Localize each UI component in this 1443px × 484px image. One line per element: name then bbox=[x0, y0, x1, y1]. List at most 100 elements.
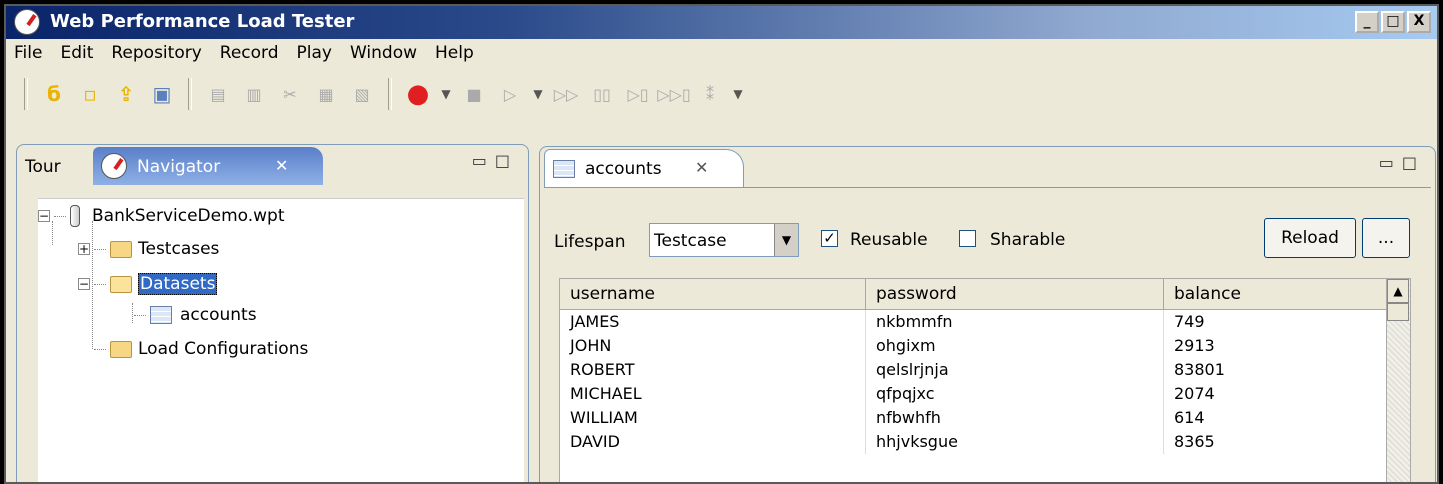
paste-icon[interactable]: ▧ bbox=[347, 79, 377, 109]
copy-doc-icon[interactable]: ▦ bbox=[311, 79, 341, 109]
chevron-down-icon[interactable]: ▼ bbox=[774, 224, 798, 256]
new-icon[interactable]: б bbox=[39, 79, 69, 109]
tab-tour[interactable]: Tour bbox=[25, 157, 61, 177]
dataset-editor: Lifespan Testcase ▼ ✓ Reusable Sharable … bbox=[544, 187, 1431, 482]
play-dropdown-icon[interactable]: ▼ bbox=[530, 79, 546, 109]
tree-node-load-configurations[interactable]: Load Configurations bbox=[94, 339, 308, 359]
record-dropdown-icon[interactable]: ▼ bbox=[438, 79, 454, 109]
column-header-username[interactable]: username bbox=[560, 279, 866, 309]
toolbar-separator bbox=[24, 78, 28, 110]
cell-password[interactable]: qelslrjnja bbox=[866, 358, 1164, 382]
cell-balance[interactable]: 749 bbox=[1164, 310, 1388, 334]
minimize-panel-icon[interactable]: ▭ bbox=[1379, 153, 1402, 172]
menu-window[interactable]: Window bbox=[350, 43, 417, 63]
table-row[interactable]: JOHN ohgixm 2913 bbox=[560, 334, 1388, 358]
maximize-panel-icon[interactable]: □ bbox=[1402, 153, 1425, 172]
cell-balance[interactable]: 83801 bbox=[1164, 358, 1388, 382]
cut-icon[interactable]: ✂ bbox=[275, 79, 305, 109]
dataset-icon bbox=[553, 160, 575, 178]
table-row[interactable]: DAVID hhjvksgue 8365 bbox=[560, 430, 1388, 454]
close-button[interactable]: X bbox=[1407, 11, 1431, 33]
lifespan-label: Lifespan bbox=[554, 232, 626, 252]
menu-edit[interactable]: Edit bbox=[60, 43, 93, 63]
table-row[interactable]: WILLIAM nfbwhfh 614 bbox=[560, 406, 1388, 430]
cell-password[interactable]: nfbwhfh bbox=[866, 406, 1164, 430]
cell-password[interactable]: hhjvksgue bbox=[866, 430, 1164, 454]
import-icon[interactable]: ⇪ bbox=[111, 79, 141, 109]
dataset-icon bbox=[150, 306, 172, 324]
tree-node-accounts[interactable]: accounts bbox=[134, 305, 257, 325]
play-icon[interactable]: ▷ bbox=[495, 79, 525, 109]
tab-navigator[interactable]: Navigator ✕ bbox=[93, 147, 323, 185]
tree-node-root[interactable]: − BankServiceDemo.wpt bbox=[38, 205, 285, 227]
table-row[interactable]: ROBERT qelslrjnja 83801 bbox=[560, 358, 1388, 382]
save-icon[interactable]: ▣ bbox=[147, 79, 177, 109]
expand-icon[interactable]: + bbox=[78, 243, 90, 255]
folder-icon bbox=[110, 240, 132, 258]
cell-username[interactable]: MICHAEL bbox=[560, 382, 866, 406]
record-icon[interactable]: ● bbox=[403, 79, 433, 109]
column-header-balance[interactable]: balance bbox=[1164, 279, 1388, 309]
compare-icon[interactable]: ▥ bbox=[239, 79, 269, 109]
stop-icon[interactable]: ■ bbox=[459, 79, 489, 109]
navigator-logo-icon bbox=[101, 153, 127, 179]
cell-balance[interactable]: 2913 bbox=[1164, 334, 1388, 358]
pause-icon[interactable]: ▯▯ bbox=[587, 79, 617, 109]
menu-play[interactable]: Play bbox=[297, 43, 332, 63]
tree-line bbox=[134, 314, 146, 316]
replay-dropdown-icon[interactable]: ▼ bbox=[730, 79, 746, 109]
cell-balance[interactable]: 8365 bbox=[1164, 430, 1388, 454]
minimize-button[interactable]: _ bbox=[1355, 11, 1379, 33]
maximize-button[interactable]: □ bbox=[1381, 11, 1405, 33]
tab-accounts[interactable]: accounts ✕ bbox=[544, 149, 744, 187]
cell-password[interactable]: ohgixm bbox=[866, 334, 1164, 358]
cell-username[interactable]: JOHN bbox=[560, 334, 866, 358]
main-toolbar: б ▫ ⇪ ▣ ▤ ▥ ✂ ▦ ▧ ● ▼ ■ ▷ ▼ ▷▷ ▯▯ ▷▯ ▷▷▯… bbox=[6, 72, 1437, 116]
tree-line bbox=[94, 283, 106, 285]
sharable-checkbox[interactable] bbox=[959, 230, 976, 247]
vertical-scrollbar[interactable]: ▲ bbox=[1386, 279, 1410, 482]
cell-balance[interactable]: 614 bbox=[1164, 406, 1388, 430]
cell-password[interactable]: qfpqjxc bbox=[866, 382, 1164, 406]
tab-navigator-label: Navigator bbox=[137, 157, 221, 177]
column-header-password[interactable]: password bbox=[866, 279, 1164, 309]
tree-node-datasets[interactable]: − Datasets bbox=[78, 273, 218, 295]
cell-username[interactable]: ROBERT bbox=[560, 358, 866, 382]
menu-file[interactable]: File bbox=[14, 43, 42, 63]
collapse-icon[interactable]: − bbox=[78, 278, 90, 290]
fast-forward-icon[interactable]: ▷▷ bbox=[551, 79, 581, 109]
step-icon[interactable]: ▷▯ bbox=[623, 79, 653, 109]
cell-username[interactable]: WILLIAM bbox=[560, 406, 866, 430]
table-row[interactable]: JAMES nkbmmfn 749 bbox=[560, 310, 1388, 334]
menu-repository[interactable]: Repository bbox=[111, 43, 201, 63]
menu-record[interactable]: Record bbox=[220, 43, 279, 63]
cell-username[interactable]: DAVID bbox=[560, 430, 866, 454]
reusable-checkbox[interactable]: ✓ bbox=[821, 230, 838, 247]
close-tab-icon[interactable]: ✕ bbox=[275, 156, 288, 175]
open-icon[interactable]: ▫ bbox=[75, 79, 105, 109]
cell-username[interactable]: JAMES bbox=[560, 310, 866, 334]
menu-help[interactable]: Help bbox=[435, 43, 474, 63]
close-tab-icon[interactable]: ✕ bbox=[695, 158, 708, 177]
reload-button[interactable]: Reload bbox=[1264, 218, 1356, 258]
more-button[interactable]: ... bbox=[1362, 218, 1410, 258]
panel-controls: ▭□ bbox=[472, 151, 518, 170]
step-multi-icon[interactable]: ▷▷▯ bbox=[657, 79, 690, 109]
tree-label-root: BankServiceDemo.wpt bbox=[92, 206, 285, 226]
replay-icon[interactable]: ⁑ bbox=[695, 79, 725, 109]
table-row[interactable]: MICHAEL qfpqjxc 2074 bbox=[560, 382, 1388, 406]
maximize-panel-icon[interactable]: □ bbox=[495, 151, 518, 170]
tree-node-testcases[interactable]: + Testcases bbox=[78, 239, 219, 259]
sharable-label: Sharable bbox=[990, 230, 1066, 250]
collapse-icon[interactable]: − bbox=[38, 210, 50, 222]
scroll-up-icon[interactable]: ▲ bbox=[1387, 279, 1409, 303]
minimize-panel-icon[interactable]: ▭ bbox=[472, 151, 495, 170]
copy-icon[interactable]: ▤ bbox=[203, 79, 233, 109]
menu-bar: File Edit Repository Record Play Window … bbox=[6, 39, 1437, 67]
folder-icon bbox=[110, 340, 132, 358]
reusable-label: Reusable bbox=[850, 230, 928, 250]
lifespan-select[interactable]: Testcase ▼ bbox=[649, 223, 799, 257]
cell-balance[interactable]: 2074 bbox=[1164, 382, 1388, 406]
cell-password[interactable]: nkbmmfn bbox=[866, 310, 1164, 334]
scroll-thumb[interactable] bbox=[1387, 303, 1409, 321]
